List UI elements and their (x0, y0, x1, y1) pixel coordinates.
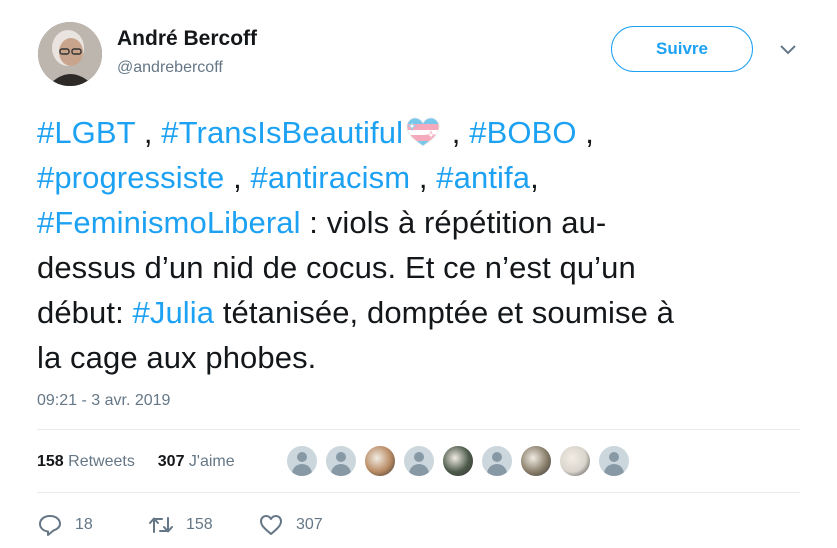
like-count: 307 (296, 516, 323, 533)
avatar[interactable] (38, 22, 102, 86)
likes-stat[interactable]: 307 J'aime (158, 453, 235, 470)
tweet-text-line: #LGBT , #TransIsBeautiful , #BOBO , (37, 110, 817, 155)
hashtag-link[interactable]: #TransIsBeautiful (161, 115, 403, 150)
tweet-text-line: dessus d’un nid de cocus. Et ce n’est qu… (37, 245, 817, 290)
tweet-text-segment: : viols à répétition au- (300, 205, 607, 240)
liker-avatar[interactable] (480, 444, 514, 478)
hashtag-link[interactable]: #antiracism (251, 160, 411, 195)
liker-avatar[interactable] (324, 444, 358, 478)
tweet-text-line: la cage aux phobes. (37, 335, 817, 380)
retweet-icon (149, 517, 173, 533)
tweet-timestamp[interactable]: 09:21 - 3 avr. 2019 (37, 392, 170, 410)
hashtag-link[interactable]: #antifa (436, 160, 530, 195)
hashtag-link[interactable]: #FeminismoLiberal (37, 205, 301, 240)
retweet-button[interactable]: 158 (148, 510, 213, 540)
like-button[interactable]: 307 (258, 510, 323, 540)
tweet-text-segment: tétanisée, domptée et soumise à (214, 295, 674, 330)
liker-avatar[interactable] (519, 444, 553, 478)
engagement-stats: 158 Retweets 307 J'aime (37, 453, 235, 471)
reply-count: 18 (75, 516, 93, 533)
follow-button[interactable]: Suivre (611, 26, 753, 72)
tweet-text-segment: , (530, 160, 539, 195)
liker-avatar[interactable] (558, 444, 592, 478)
hashtag-link[interactable]: #Julia (133, 295, 215, 330)
retweet-count: 158 (186, 516, 213, 533)
tweet-text-line: #progressiste , #antiracism , #antifa, (37, 155, 817, 200)
tweet-text: #LGBT , #TransIsBeautiful , #BOBO , #prog… (37, 110, 817, 380)
user-name[interactable]: André Bercoff (117, 27, 257, 51)
retweets-stat[interactable]: 158 Retweets (37, 453, 139, 470)
liker-avatar[interactable] (597, 444, 631, 478)
transgender-heart-emoji-icon (405, 115, 441, 147)
tweet-text-segment: , (443, 115, 470, 150)
tweet-text-line: début: #Julia tétanisée, domptée et soum… (37, 290, 817, 335)
liker-avatar[interactable] (363, 444, 397, 478)
heart-icon (260, 515, 282, 535)
user-handle[interactable]: @andrebercoff (117, 59, 223, 77)
hashtag-link[interactable]: #BOBO (469, 115, 576, 150)
tweet-text-segment: début: (37, 295, 133, 330)
tweet-text-segment: , (135, 115, 162, 150)
hashtag-link[interactable]: #LGBT (37, 115, 135, 150)
tweet-text-line: #FeminismoLiberal : viols à répétition a… (37, 200, 817, 245)
liker-avatar[interactable] (285, 444, 319, 478)
divider (37, 492, 800, 493)
tweet-text-segment: , (224, 160, 251, 195)
likes-label: J'aime (188, 453, 235, 470)
likes-count: 307 (157, 453, 185, 470)
retweets-label: Retweets (68, 453, 135, 470)
chevron-down-icon[interactable] (778, 43, 798, 57)
tweet-text-segment: , (576, 115, 594, 150)
tweet-text-segment: , (410, 160, 437, 195)
divider (37, 429, 800, 430)
reply-button[interactable]: 18 (37, 510, 93, 540)
reply-icon (39, 515, 61, 536)
hashtag-link[interactable]: #progressiste (37, 160, 224, 195)
liker-avatar[interactable] (402, 444, 436, 478)
tweet-text-segment: la cage aux phobes. (37, 340, 317, 375)
tweet-text-segment: dessus d’un nid de cocus. Et ce n’est qu… (37, 250, 636, 285)
liker-avatar[interactable] (441, 444, 475, 478)
retweets-count: 158 (37, 453, 64, 470)
tweet-header: André Bercoff @andrebercoff Suivre (38, 22, 818, 92)
